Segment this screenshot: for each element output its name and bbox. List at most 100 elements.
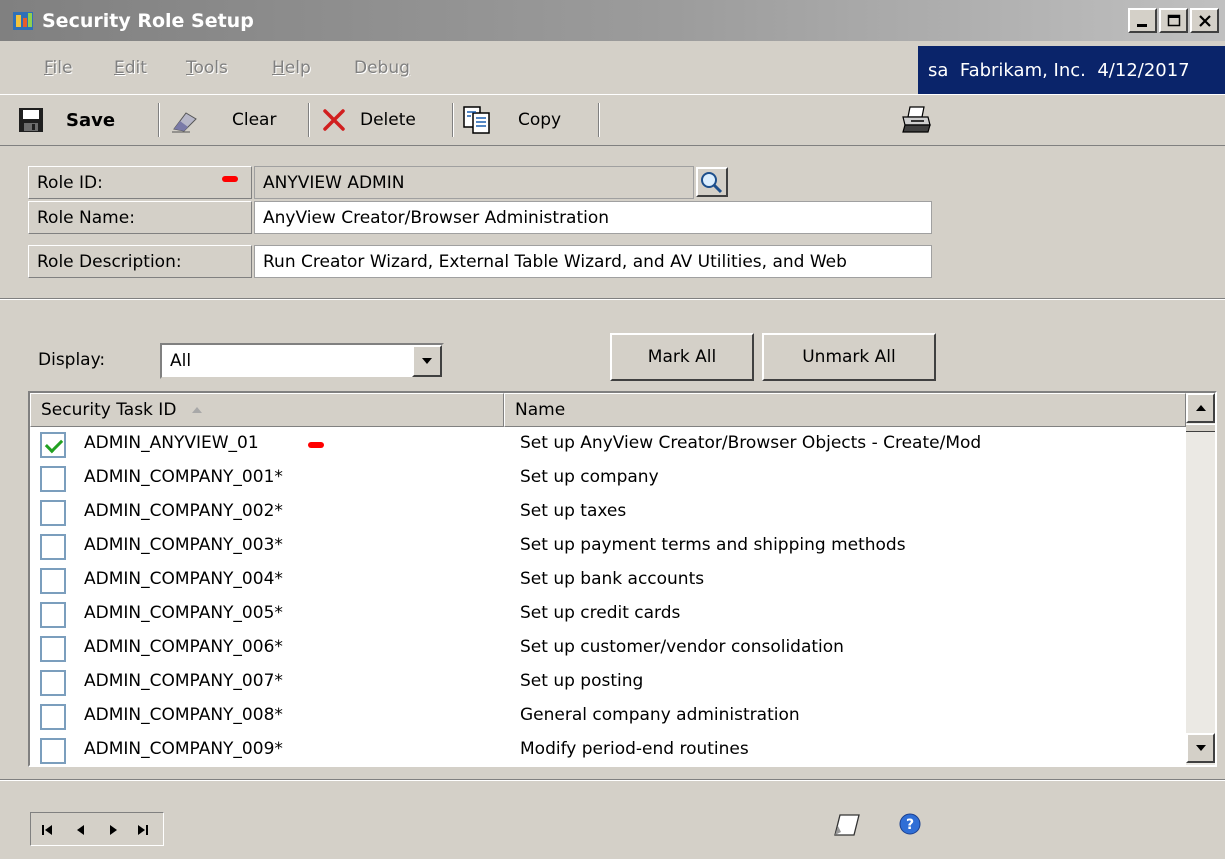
- help-icon: ?: [899, 813, 921, 835]
- menu-edit[interactable]: Edit: [114, 58, 147, 78]
- user-id: sa: [928, 59, 949, 81]
- unmark-all-label: Unmark All: [802, 347, 896, 367]
- menu-debug-accel: g: [399, 58, 410, 78]
- minimize-button[interactable]: [1128, 8, 1157, 33]
- user-date: 4/12/2017: [1097, 59, 1190, 81]
- row-checkbox[interactable]: [40, 432, 66, 458]
- security-task-id-cell: ADMIN_COMPANY_009*: [84, 739, 283, 759]
- display-dropdown[interactable]: All: [160, 343, 444, 379]
- menu-debug[interactable]: Debug: [354, 58, 410, 78]
- delete-x-icon: [323, 109, 345, 131]
- security-task-id-cell: ADMIN_COMPANY_005*: [84, 603, 283, 623]
- security-task-grid: Security Task ID Name ADMIN_ANYVIEW_01 Se…: [28, 391, 1217, 767]
- menu-help[interactable]: Help: [272, 58, 311, 78]
- last-record-button[interactable]: [131, 821, 155, 839]
- dropdown-button[interactable]: [412, 345, 442, 377]
- maximize-icon: [1167, 14, 1180, 26]
- task-name-cell: Set up AnyView Creator/Browser Objects -…: [520, 433, 982, 453]
- role-id-label: Role ID:: [28, 166, 252, 199]
- menu-file[interactable]: File: [44, 58, 72, 78]
- row-checkbox[interactable]: [40, 500, 66, 526]
- previous-record-icon: [77, 825, 84, 835]
- first-record-button[interactable]: [37, 821, 61, 839]
- display-label: Display:: [38, 350, 106, 370]
- security-task-id-cell: ADMIN_COMPANY_002*: [84, 501, 283, 521]
- security-task-id-cell: ADMIN_COMPANY_006*: [84, 637, 283, 657]
- toolbar-separator: [158, 103, 160, 137]
- maximize-button[interactable]: [1159, 8, 1188, 33]
- delete-label: Delete: [360, 110, 416, 130]
- role-description-field[interactable]: Run Creator Wizard, External Table Wizar…: [254, 245, 932, 278]
- table-row[interactable]: ADMIN_ANYVIEW_01 Set up AnyView Creator/B…: [30, 427, 1186, 461]
- record-navigation: [30, 812, 164, 846]
- row-checkbox[interactable]: [40, 704, 66, 730]
- security-task-id-cell: ADMIN_ANYVIEW_01: [84, 433, 259, 453]
- table-row[interactable]: ADMIN_COMPANY_008* General company admini…: [30, 699, 1186, 733]
- svg-text:?: ?: [906, 817, 914, 833]
- next-record-button[interactable]: [101, 821, 125, 839]
- copy-button[interactable]: Copy: [462, 105, 561, 135]
- last-record-icon: [138, 825, 148, 835]
- table-row[interactable]: ADMIN_COMPANY_001* Set up company: [30, 461, 1186, 495]
- save-button[interactable]: Save: [18, 105, 115, 135]
- copy-label: Copy: [518, 110, 562, 130]
- vertical-scrollbar[interactable]: [1186, 393, 1215, 765]
- task-name-cell: General company administration: [520, 705, 800, 725]
- row-checkbox[interactable]: [40, 738, 66, 764]
- row-checkbox[interactable]: [40, 466, 66, 492]
- minimize-icon: [1136, 23, 1147, 27]
- role-id-field[interactable]: ANYVIEW ADMIN: [254, 166, 694, 199]
- table-row[interactable]: ADMIN_COMPANY_006* Set up customer/vendor…: [30, 631, 1186, 665]
- task-name-cell: Set up company: [520, 467, 659, 487]
- footer-divider: [0, 779, 1225, 781]
- first-record-icon: [42, 825, 52, 835]
- menu-file-accel: F: [44, 58, 53, 78]
- security-task-id-cell: ADMIN_COMPANY_003*: [84, 535, 283, 555]
- clear-button[interactable]: Clear: [170, 105, 276, 135]
- row-checkbox[interactable]: [40, 534, 66, 560]
- role-description-label: Role Description:: [28, 245, 252, 278]
- close-button[interactable]: [1190, 8, 1219, 33]
- table-row[interactable]: ADMIN_COMPANY_005* Set up credit cards: [30, 597, 1186, 631]
- previous-record-button[interactable]: [69, 821, 93, 839]
- delete-button[interactable]: Delete: [322, 105, 416, 135]
- role-name-field[interactable]: AnyView Creator/Browser Administration: [254, 201, 932, 234]
- role-name-label: Role Name:: [28, 201, 252, 234]
- column-header-task-id[interactable]: Security Task ID: [30, 393, 504, 427]
- sort-ascending-icon: [192, 407, 203, 413]
- scroll-thumb[interactable]: [1186, 424, 1215, 432]
- display-value: All: [170, 351, 192, 371]
- task-name-cell: Set up credit cards: [520, 603, 681, 623]
- required-indicator: [222, 176, 238, 182]
- row-checkbox[interactable]: [40, 568, 66, 594]
- role-id-lookup-button[interactable]: [696, 167, 728, 197]
- print-button[interactable]: [900, 105, 932, 135]
- security-task-id-cell: ADMIN_COMPANY_008*: [84, 705, 283, 725]
- table-row[interactable]: ADMIN_COMPANY_009* Modify period-end rout…: [30, 733, 1186, 765]
- company-name: Fabrikam, Inc.: [959, 59, 1086, 81]
- table-row[interactable]: ADMIN_COMPANY_003* Set up payment terms a…: [30, 529, 1186, 563]
- column-header-name-label: Name: [515, 400, 566, 420]
- mark-all-button[interactable]: Mark All: [610, 333, 754, 381]
- row-checkbox[interactable]: [40, 636, 66, 662]
- table-row[interactable]: ADMIN_COMPANY_002* Set up taxes: [30, 495, 1186, 529]
- table-row[interactable]: ADMIN_COMPANY_004* Set up bank accounts: [30, 563, 1186, 597]
- title-bar: Security Role Setup: [0, 0, 1225, 41]
- help-button[interactable]: ?: [898, 812, 924, 838]
- row-checkbox[interactable]: [40, 602, 66, 628]
- window-controls: [1128, 8, 1219, 33]
- eraser-icon: [172, 112, 197, 133]
- scroll-up-button[interactable]: [1186, 393, 1215, 423]
- menu-tools-label: ools: [193, 58, 228, 78]
- column-header-name[interactable]: Name: [504, 393, 1186, 427]
- note-icon: [834, 814, 860, 836]
- scroll-down-button[interactable]: [1186, 733, 1215, 763]
- task-name-cell: Set up posting: [520, 671, 644, 691]
- table-row[interactable]: ADMIN_COMPANY_007* Set up posting: [30, 665, 1186, 699]
- column-header-task-id-label: Security Task ID: [41, 400, 177, 420]
- copy-icon: [463, 106, 490, 134]
- unmark-all-button[interactable]: Unmark All: [762, 333, 936, 381]
- note-button[interactable]: [832, 812, 862, 840]
- row-checkbox[interactable]: [40, 670, 66, 696]
- menu-tools[interactable]: Tools: [186, 58, 228, 78]
